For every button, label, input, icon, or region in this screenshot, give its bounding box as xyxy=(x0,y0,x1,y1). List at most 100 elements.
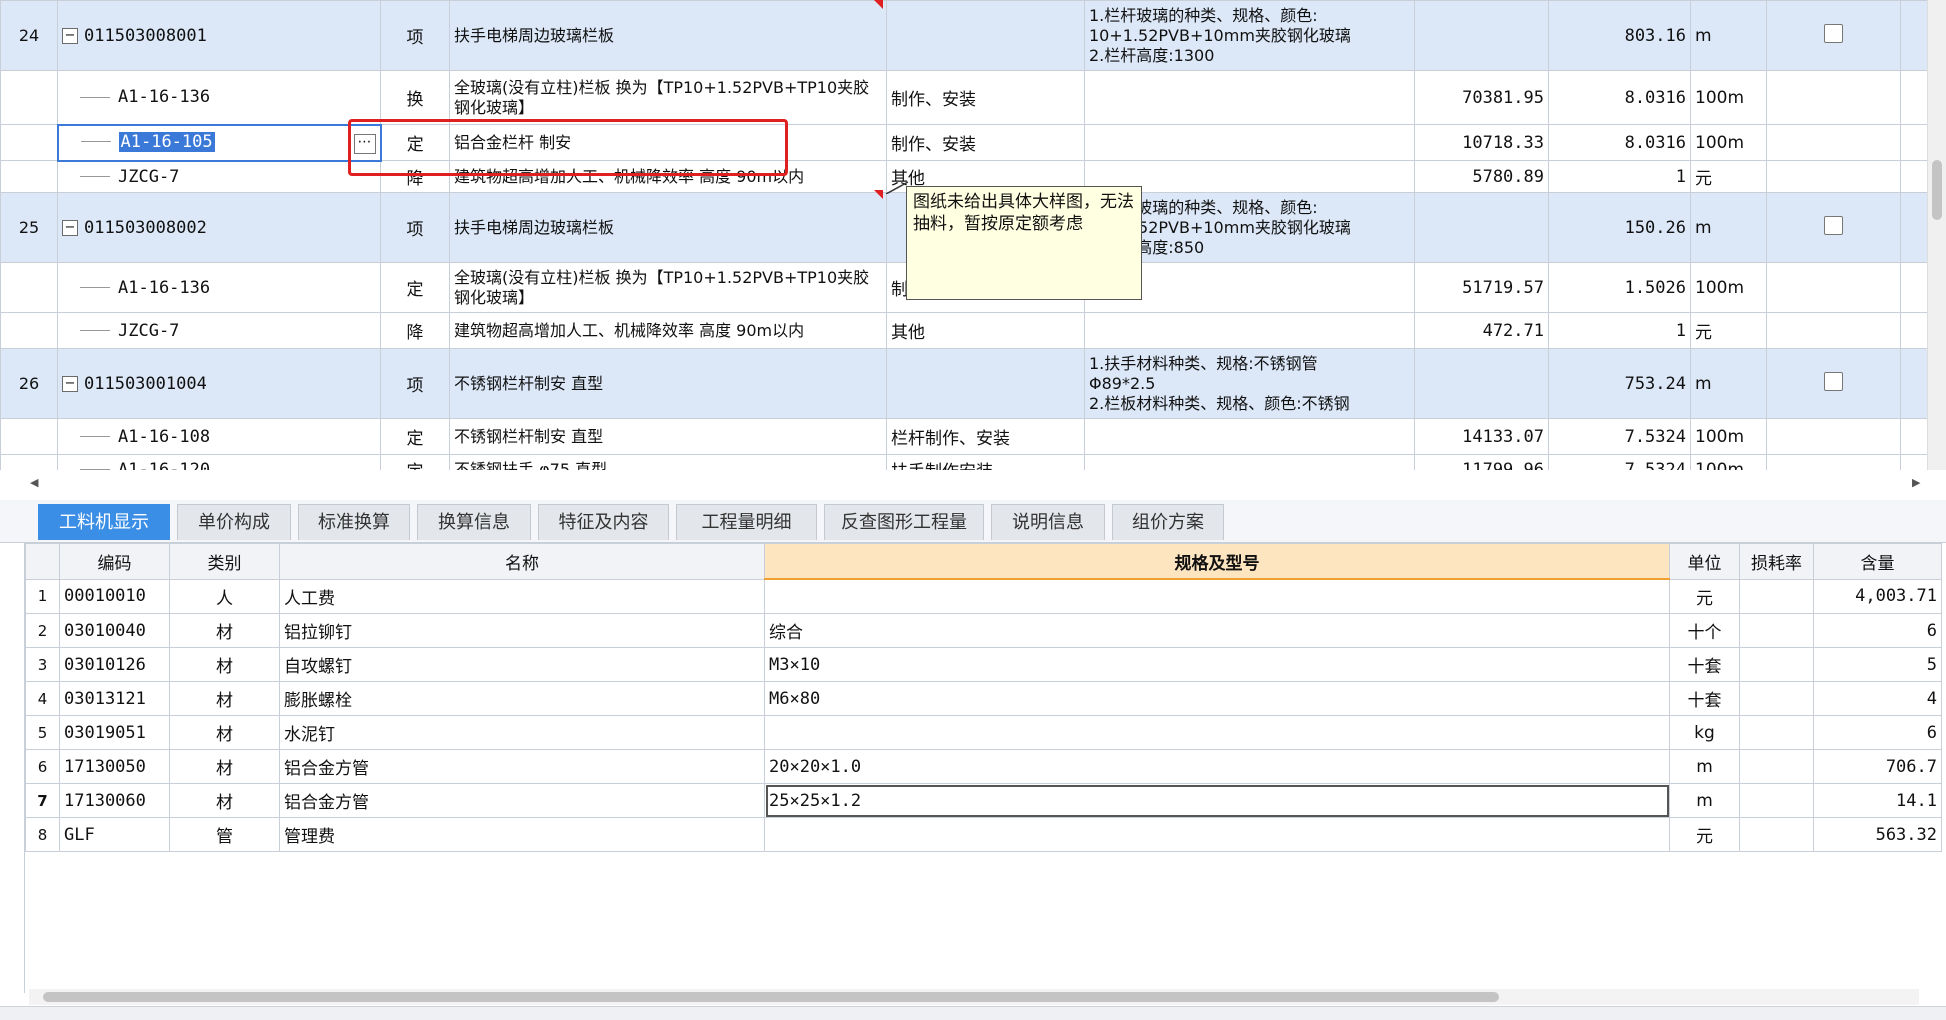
item-name[interactable]: 扶手电梯周边玻璃栏板 xyxy=(449,0,887,71)
resource-category[interactable]: 材 xyxy=(169,647,280,682)
bill-item-row[interactable]: 26−011503001004 项不锈钢栏杆制安 直型 1.扶手材料种类、规格:不锈… xyxy=(0,348,1929,419)
resource-name[interactable]: 膨胀螺栓 xyxy=(279,681,765,716)
quantity[interactable]: 8.0316 xyxy=(1548,70,1691,125)
code-cell[interactable]: JZCG-7 xyxy=(57,160,381,193)
resource-row[interactable]: 8 GLF 管管理费 元 563.32 xyxy=(25,817,1942,852)
item-name[interactable]: 全玻璃(没有立柱)栏板 换为【TP10+1.52PVB+TP10夹胶钢化玻璃】 xyxy=(449,70,887,125)
comment-indicator[interactable] xyxy=(874,0,883,9)
resource-code[interactable]: 03010040 xyxy=(59,613,170,648)
resource-name[interactable]: 自攻螺钉 xyxy=(279,647,765,682)
item-features[interactable] xyxy=(1084,70,1415,125)
collapse-icon[interactable]: − xyxy=(62,375,78,392)
resource-row[interactable]: 1 00010010 人人工费 元 4,003.71 xyxy=(25,578,1942,614)
row-checkbox[interactable] xyxy=(1824,215,1843,235)
code-cell[interactable]: JZCG-7 xyxy=(57,312,381,349)
resource-category[interactable]: 材 xyxy=(169,749,280,784)
resource-name[interactable]: 管理费 xyxy=(279,817,765,852)
item-name[interactable]: 全玻璃(没有立柱)栏板 换为【TP10+1.52PVB+TP10夹胶钢化玻璃】 xyxy=(449,262,887,313)
item-name[interactable]: 扶手电梯周边玻璃栏板 xyxy=(449,192,887,263)
quantity[interactable]: 1.5026 xyxy=(1548,262,1691,313)
item-features[interactable] xyxy=(1084,124,1415,161)
resource-row[interactable]: 2 03010040 材铝拉铆钉 综合 十个 6 xyxy=(25,613,1942,648)
loss-rate[interactable] xyxy=(1739,749,1814,784)
top-vertical-scrollbar[interactable] xyxy=(1927,0,1946,470)
collapse-icon[interactable]: − xyxy=(62,27,78,44)
tab-6[interactable]: 工程量明细 xyxy=(676,504,817,540)
item-name[interactable]: 不锈钢扶手 φ75 直型 xyxy=(449,454,887,470)
tab-3[interactable]: 标准换算 xyxy=(298,504,410,540)
code-cell[interactable]: −011503001004 xyxy=(57,348,381,419)
item-name[interactable]: 铝合金栏杆 制安 xyxy=(449,124,887,161)
loss-rate[interactable] xyxy=(1739,578,1814,614)
resource-code[interactable]: 00010010 xyxy=(59,578,170,614)
quantity[interactable]: 150.26 xyxy=(1548,192,1691,263)
resource-unit[interactable]: kg xyxy=(1669,715,1740,750)
bottom-horizontal-scrollbar[interactable] xyxy=(29,989,1919,1005)
work-content[interactable]: 制作、安装 xyxy=(886,124,1085,161)
code-cell[interactable]: −011503008001 xyxy=(57,0,381,71)
scroll-right-arrow[interactable]: ▶ xyxy=(1912,476,1920,489)
resource-spec[interactable]: 综合 xyxy=(764,613,1670,648)
resource-spec[interactable] xyxy=(764,715,1670,750)
col-loss[interactable]: 损耗率 xyxy=(1739,543,1814,580)
work-content[interactable] xyxy=(886,348,1085,419)
resource-category[interactable]: 材 xyxy=(169,783,280,818)
resource-code[interactable]: 03013121 xyxy=(59,681,170,716)
tab-7[interactable]: 反查图形工程量 xyxy=(824,504,984,540)
col-code[interactable]: 编码 xyxy=(59,543,170,580)
resource-spec[interactable]: M6×80 xyxy=(764,681,1670,716)
resource-category[interactable]: 材 xyxy=(169,613,280,648)
resource-content[interactable]: 14.1 xyxy=(1813,783,1942,818)
item-features[interactable] xyxy=(1084,454,1415,470)
item-name[interactable]: 建筑物超高增加人工、机械降效率 高度 90m以内 xyxy=(449,312,887,349)
resource-category[interactable]: 人 xyxy=(169,578,280,614)
loss-rate[interactable] xyxy=(1739,783,1814,818)
resource-content[interactable]: 563.32 xyxy=(1813,817,1942,852)
lookup-ellipsis-button[interactable]: ⋯ xyxy=(353,133,376,154)
quota-row[interactable]: A1-16-136 换全玻璃(没有立柱)栏板 换为【TP10+1.52PVB+TP… xyxy=(0,70,1929,125)
item-name[interactable]: 不锈钢栏杆制安 直型 xyxy=(449,418,887,455)
loss-rate[interactable] xyxy=(1739,613,1814,648)
resource-row[interactable]: 6 17130050 材铝合金方管 20×20×1.0 m 706.7 xyxy=(25,749,1942,784)
item-name[interactable]: 不锈钢栏杆制安 直型 xyxy=(449,348,887,419)
resource-unit[interactable]: 元 xyxy=(1669,817,1740,852)
code-cell[interactable]: −011503008002 xyxy=(57,192,381,263)
resource-spec[interactable] xyxy=(764,817,1670,852)
quota-row[interactable]: A1-16-108 定不锈钢栏杆制安 直型 栏杆制作、安装 14133.07 7.532… xyxy=(0,418,1929,455)
scroll-left-arrow[interactable]: ◀ xyxy=(30,476,38,489)
quantity[interactable]: 803.16 xyxy=(1548,0,1691,71)
quantity[interactable]: 7.5324 xyxy=(1548,454,1691,470)
item-name[interactable]: 建筑物超高增加人工、机械降效率 高度 90m以内 xyxy=(449,160,887,193)
item-features[interactable]: 1.栏杆玻璃的种类、规格、颜色: 10+1.52PVB+10mm夹胶钢化玻璃 2.栏… xyxy=(1084,0,1415,71)
code-cell[interactable]: A1-16-108 xyxy=(57,418,381,455)
resource-content[interactable]: 4,003.71 xyxy=(1813,578,1942,614)
comment-indicator[interactable] xyxy=(874,190,883,199)
resource-row[interactable]: 7 17130060 材铝合金方管 25×25×1.2 m 14.1 xyxy=(25,783,1942,818)
code-cell[interactable]: ⋯ A1-16-105 xyxy=(56,123,382,162)
item-features[interactable] xyxy=(1084,418,1415,455)
resource-category[interactable]: 材 xyxy=(169,715,280,750)
resource-spec[interactable]: 20×20×1.0 xyxy=(764,749,1670,784)
resource-spec[interactable]: 25×25×1.2 xyxy=(764,783,1670,818)
work-content[interactable] xyxy=(886,0,1085,71)
collapse-icon[interactable]: − xyxy=(62,219,78,236)
loss-rate[interactable] xyxy=(1739,715,1814,750)
tab-9[interactable]: 组价方案 xyxy=(1112,504,1224,540)
resource-row[interactable]: 4 03013121 材膨胀螺栓 M6×80 十套 4 xyxy=(25,681,1942,716)
resource-code[interactable]: 17130050 xyxy=(59,749,170,784)
quantity[interactable]: 8.0316 xyxy=(1548,124,1691,161)
resource-content[interactable]: 5 xyxy=(1813,647,1942,682)
resource-unit[interactable]: m xyxy=(1669,749,1740,784)
work-content[interactable]: 扶手制作安装 xyxy=(886,454,1085,470)
code-cell[interactable]: A1-16-136 xyxy=(57,262,381,313)
col-content[interactable]: 含量 xyxy=(1813,543,1942,580)
resource-code[interactable]: GLF xyxy=(59,817,170,852)
quantity[interactable]: 7.5324 xyxy=(1548,418,1691,455)
work-content[interactable]: 其他 xyxy=(886,312,1085,349)
resource-unit[interactable]: 十套 xyxy=(1669,647,1740,682)
resource-category[interactable]: 材 xyxy=(169,681,280,716)
tab-8[interactable]: 说明信息 xyxy=(991,504,1105,540)
col-unit[interactable]: 单位 xyxy=(1669,543,1740,580)
bottom-horizontal-scroll-thumb[interactable] xyxy=(43,992,1499,1002)
resource-content[interactable]: 706.7 xyxy=(1813,749,1942,784)
